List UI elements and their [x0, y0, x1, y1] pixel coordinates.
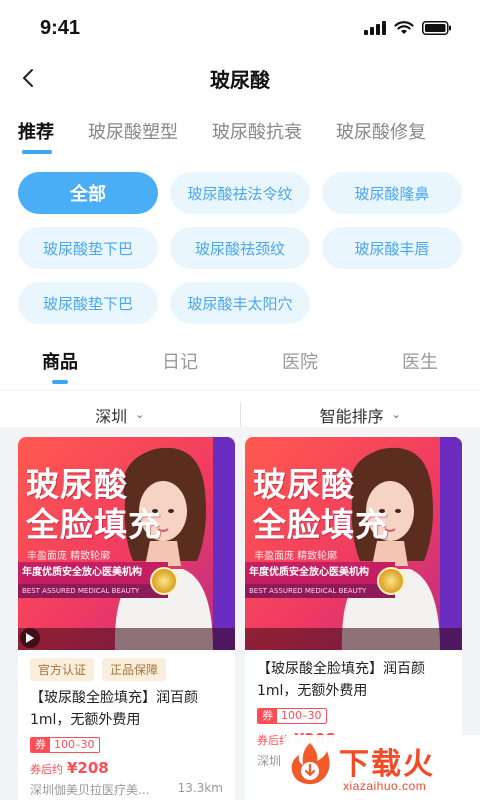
- coupon-badge: 券 100–30: [257, 708, 327, 724]
- status-icons: [364, 21, 452, 35]
- banner-headline: 玻尿酸 全脸填充: [253, 465, 389, 545]
- banner-strip: 年度优质安全放心医美机构: [245, 562, 395, 584]
- tag-row: 官方认证 正品保障: [30, 658, 223, 681]
- distance: 13.3km: [177, 781, 223, 795]
- banner-line-2: 全脸填充: [253, 505, 389, 544]
- tab-anti-aging[interactable]: 玻尿酸抗衰: [212, 118, 302, 144]
- content-type-tabs: 商品 日记 医院 医生: [0, 332, 480, 390]
- play-icon: [26, 633, 34, 643]
- tab-doctor[interactable]: 医生: [360, 348, 480, 374]
- tab-hospital[interactable]: 医院: [240, 348, 360, 374]
- nav-bar: 玻尿酸: [0, 56, 480, 100]
- tag-official: 官方认证: [30, 658, 95, 681]
- subcategory-chips: 全部 玻尿酸祛法令纹 玻尿酸隆鼻 玻尿酸垫下巴 玻尿酸祛颈纹 玻尿酸丰唇 玻尿酸…: [0, 162, 480, 324]
- chevron-left-icon: [23, 69, 33, 87]
- medal-icon: [150, 567, 178, 595]
- chip-lips[interactable]: 玻尿酸丰唇: [322, 227, 462, 269]
- back-button[interactable]: [14, 64, 42, 92]
- city-filter[interactable]: 深圳 ⌄: [0, 403, 240, 427]
- chip-temples[interactable]: 玻尿酸丰太阳穴: [170, 282, 310, 324]
- banner-subtitle: 丰盈面庞 精致轮廓: [254, 551, 338, 562]
- price-label: 券后约: [30, 763, 63, 776]
- chip-neck-lines[interactable]: 玻尿酸祛颈纹: [170, 227, 310, 269]
- coupon-range: 100–30: [54, 738, 95, 751]
- tab-repair[interactable]: 玻尿酸修复: [336, 118, 426, 144]
- banner-strip: 年度优质安全放心医美机构: [18, 562, 168, 584]
- tab-diary[interactable]: 日记: [120, 348, 240, 374]
- banner-headline: 玻尿酸 全脸填充: [26, 465, 162, 545]
- chip-all[interactable]: 全部: [18, 172, 158, 214]
- tab-products[interactable]: 商品: [0, 348, 120, 384]
- coupon-badge: 券 100–30: [30, 737, 100, 753]
- sort-filter[interactable]: 智能排序 ⌄: [241, 403, 480, 427]
- tab-recommend[interactable]: 推荐: [18, 118, 54, 154]
- chevron-down-icon: ⌄: [391, 408, 401, 421]
- play-button[interactable]: [20, 628, 40, 648]
- site-watermark: 下载火 xiazaihuo.com: [283, 735, 480, 800]
- status-bar: 9:41: [0, 0, 480, 56]
- banner-line-1: 玻尿酸: [253, 465, 355, 504]
- clinic-row: 深圳伽美贝拉医疗美... 13.3km: [30, 781, 223, 798]
- coupon-range: 100–30: [281, 709, 322, 722]
- clinic-name: 深圳: [257, 754, 282, 768]
- signal-icon: [364, 21, 386, 35]
- banner-line-1: 玻尿酸: [26, 465, 128, 504]
- watermark-text: 下载火: [339, 747, 435, 782]
- wifi-icon: [394, 21, 414, 34]
- tab-shaping[interactable]: 玻尿酸塑型: [88, 118, 178, 144]
- price-value: ¥208: [67, 759, 109, 777]
- category-tabs: 推荐 玻尿酸塑型 玻尿酸抗衰 玻尿酸修复: [0, 100, 480, 162]
- price-row: 券后约 ¥208: [30, 759, 223, 777]
- chip-chin[interactable]: 玻尿酸垫下巴: [18, 227, 158, 269]
- product-title: 【玻尿酸全脸填充】润百颜1ml，无额外费用: [257, 661, 425, 699]
- banner-strip-en: BEST ASSURED MEDICAL BEAUTY: [18, 584, 168, 598]
- chip-chin-2[interactable]: 玻尿酸垫下巴: [18, 282, 158, 324]
- tag-genuine: 正品保障: [102, 658, 167, 681]
- flame-logo-icon: [291, 743, 330, 785]
- clinic-name: 深圳伽美贝拉医疗美...: [30, 783, 150, 797]
- city-filter-label: 深圳: [95, 406, 128, 426]
- battery-icon: [422, 21, 451, 35]
- banner-footer: [18, 628, 235, 650]
- coupon-label: 券: [31, 738, 50, 752]
- banner-line-2: 全脸填充: [26, 505, 162, 544]
- banner-subtitle: 丰盈面庞 精致轮廓: [27, 551, 111, 562]
- chevron-down-icon: ⌄: [135, 408, 145, 421]
- medal-icon: [377, 567, 405, 595]
- banner-strip-en: BEST ASSURED MEDICAL BEAUTY: [245, 584, 395, 598]
- product-banner: 玻尿酸 全脸填充 丰盈面庞 精致轮廓 年度优质安全放心医美机构 BEST ASS…: [245, 437, 462, 650]
- coupon-label: 券: [258, 709, 277, 723]
- product-card[interactable]: 玻尿酸 全脸填充 丰盈面庞 精致轮廓 年度优质安全放心医美机构 BEST ASS…: [18, 437, 235, 800]
- product-banner: 玻尿酸 全脸填充 丰盈面庞 精致轮廓 年度优质安全放心医美机构 BEST ASS…: [18, 437, 235, 650]
- sort-filter-label: 智能排序: [319, 406, 384, 426]
- banner-edge: [440, 437, 462, 650]
- product-title: 【玻尿酸全脸填充】润百颜1ml，无额外费用: [30, 690, 198, 728]
- banner-edge: [213, 437, 235, 650]
- product-info: 官方认证 正品保障 【玻尿酸全脸填充】润百颜1ml，无额外费用 券 100–30…: [18, 650, 235, 798]
- status-time: 9:41: [40, 16, 81, 39]
- watermark-url: xiazaihuo.com: [343, 779, 427, 793]
- chip-nose[interactable]: 玻尿酸隆鼻: [322, 172, 462, 214]
- page-title: 玻尿酸: [210, 67, 270, 92]
- banner-footer: [245, 628, 462, 650]
- chip-nasolabial[interactable]: 玻尿酸祛法令纹: [170, 172, 310, 214]
